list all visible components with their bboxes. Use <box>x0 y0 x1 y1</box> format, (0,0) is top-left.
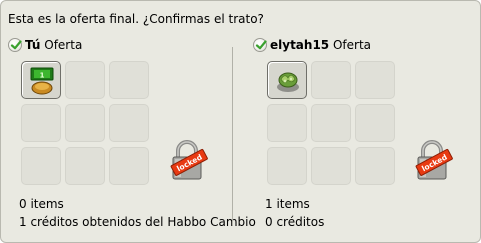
left-slot-8[interactable] <box>65 147 105 185</box>
left-slot-6[interactable] <box>109 104 149 142</box>
left-slot-1[interactable]: 1 <box>21 61 61 99</box>
left-slot-3[interactable] <box>109 61 149 99</box>
left-slot-9[interactable] <box>109 147 149 185</box>
right-items-count: 1 items <box>265 197 310 211</box>
right-slot-1[interactable] <box>267 61 307 99</box>
left-slot-2[interactable] <box>65 61 105 99</box>
right-accepted-check-icon <box>253 38 267 52</box>
right-credits-text: 0 créditos <box>265 215 325 229</box>
left-items-count: 0 items <box>19 197 64 211</box>
right-slot-9[interactable] <box>355 147 395 185</box>
right-lock-icon: locked <box>415 140 453 180</box>
svg-text:1: 1 <box>40 72 45 80</box>
left-slot-5[interactable] <box>65 104 105 142</box>
left-offer-header: Tú Oferta <box>25 38 82 52</box>
right-user-name: elytah15 <box>270 38 330 52</box>
trade-confirm-panel: Esta es la oferta final. ¿Confirmas el t… <box>0 0 481 243</box>
right-slot-8[interactable] <box>311 147 351 185</box>
right-slot-2[interactable] <box>311 61 351 99</box>
right-slot-4[interactable] <box>267 104 307 142</box>
left-slot-4[interactable] <box>21 104 61 142</box>
right-offer-label: Oferta <box>332 38 372 52</box>
credit-furni-icon: 1 <box>30 67 54 95</box>
right-slot-5[interactable] <box>311 104 351 142</box>
left-slot-7[interactable] <box>21 147 61 185</box>
left-offer-label: Oferta <box>44 38 83 52</box>
confirm-prompt: Esta es la oferta final. ¿Confirmas el t… <box>8 12 264 26</box>
right-slot-7[interactable] <box>267 147 307 185</box>
right-slot-6[interactable] <box>355 104 395 142</box>
sides-divider <box>232 47 233 225</box>
cabbage-furni-icon <box>277 72 299 92</box>
right-slot-3[interactable] <box>355 61 395 99</box>
left-lock-icon: locked <box>170 140 208 180</box>
left-credits-text: 1 créditos obtenidos del Habbo Cambio <box>19 215 256 229</box>
right-offer-header: elytah15 Oferta <box>270 38 371 52</box>
left-accepted-check-icon <box>8 38 22 52</box>
left-user-name: Tú <box>25 38 41 52</box>
